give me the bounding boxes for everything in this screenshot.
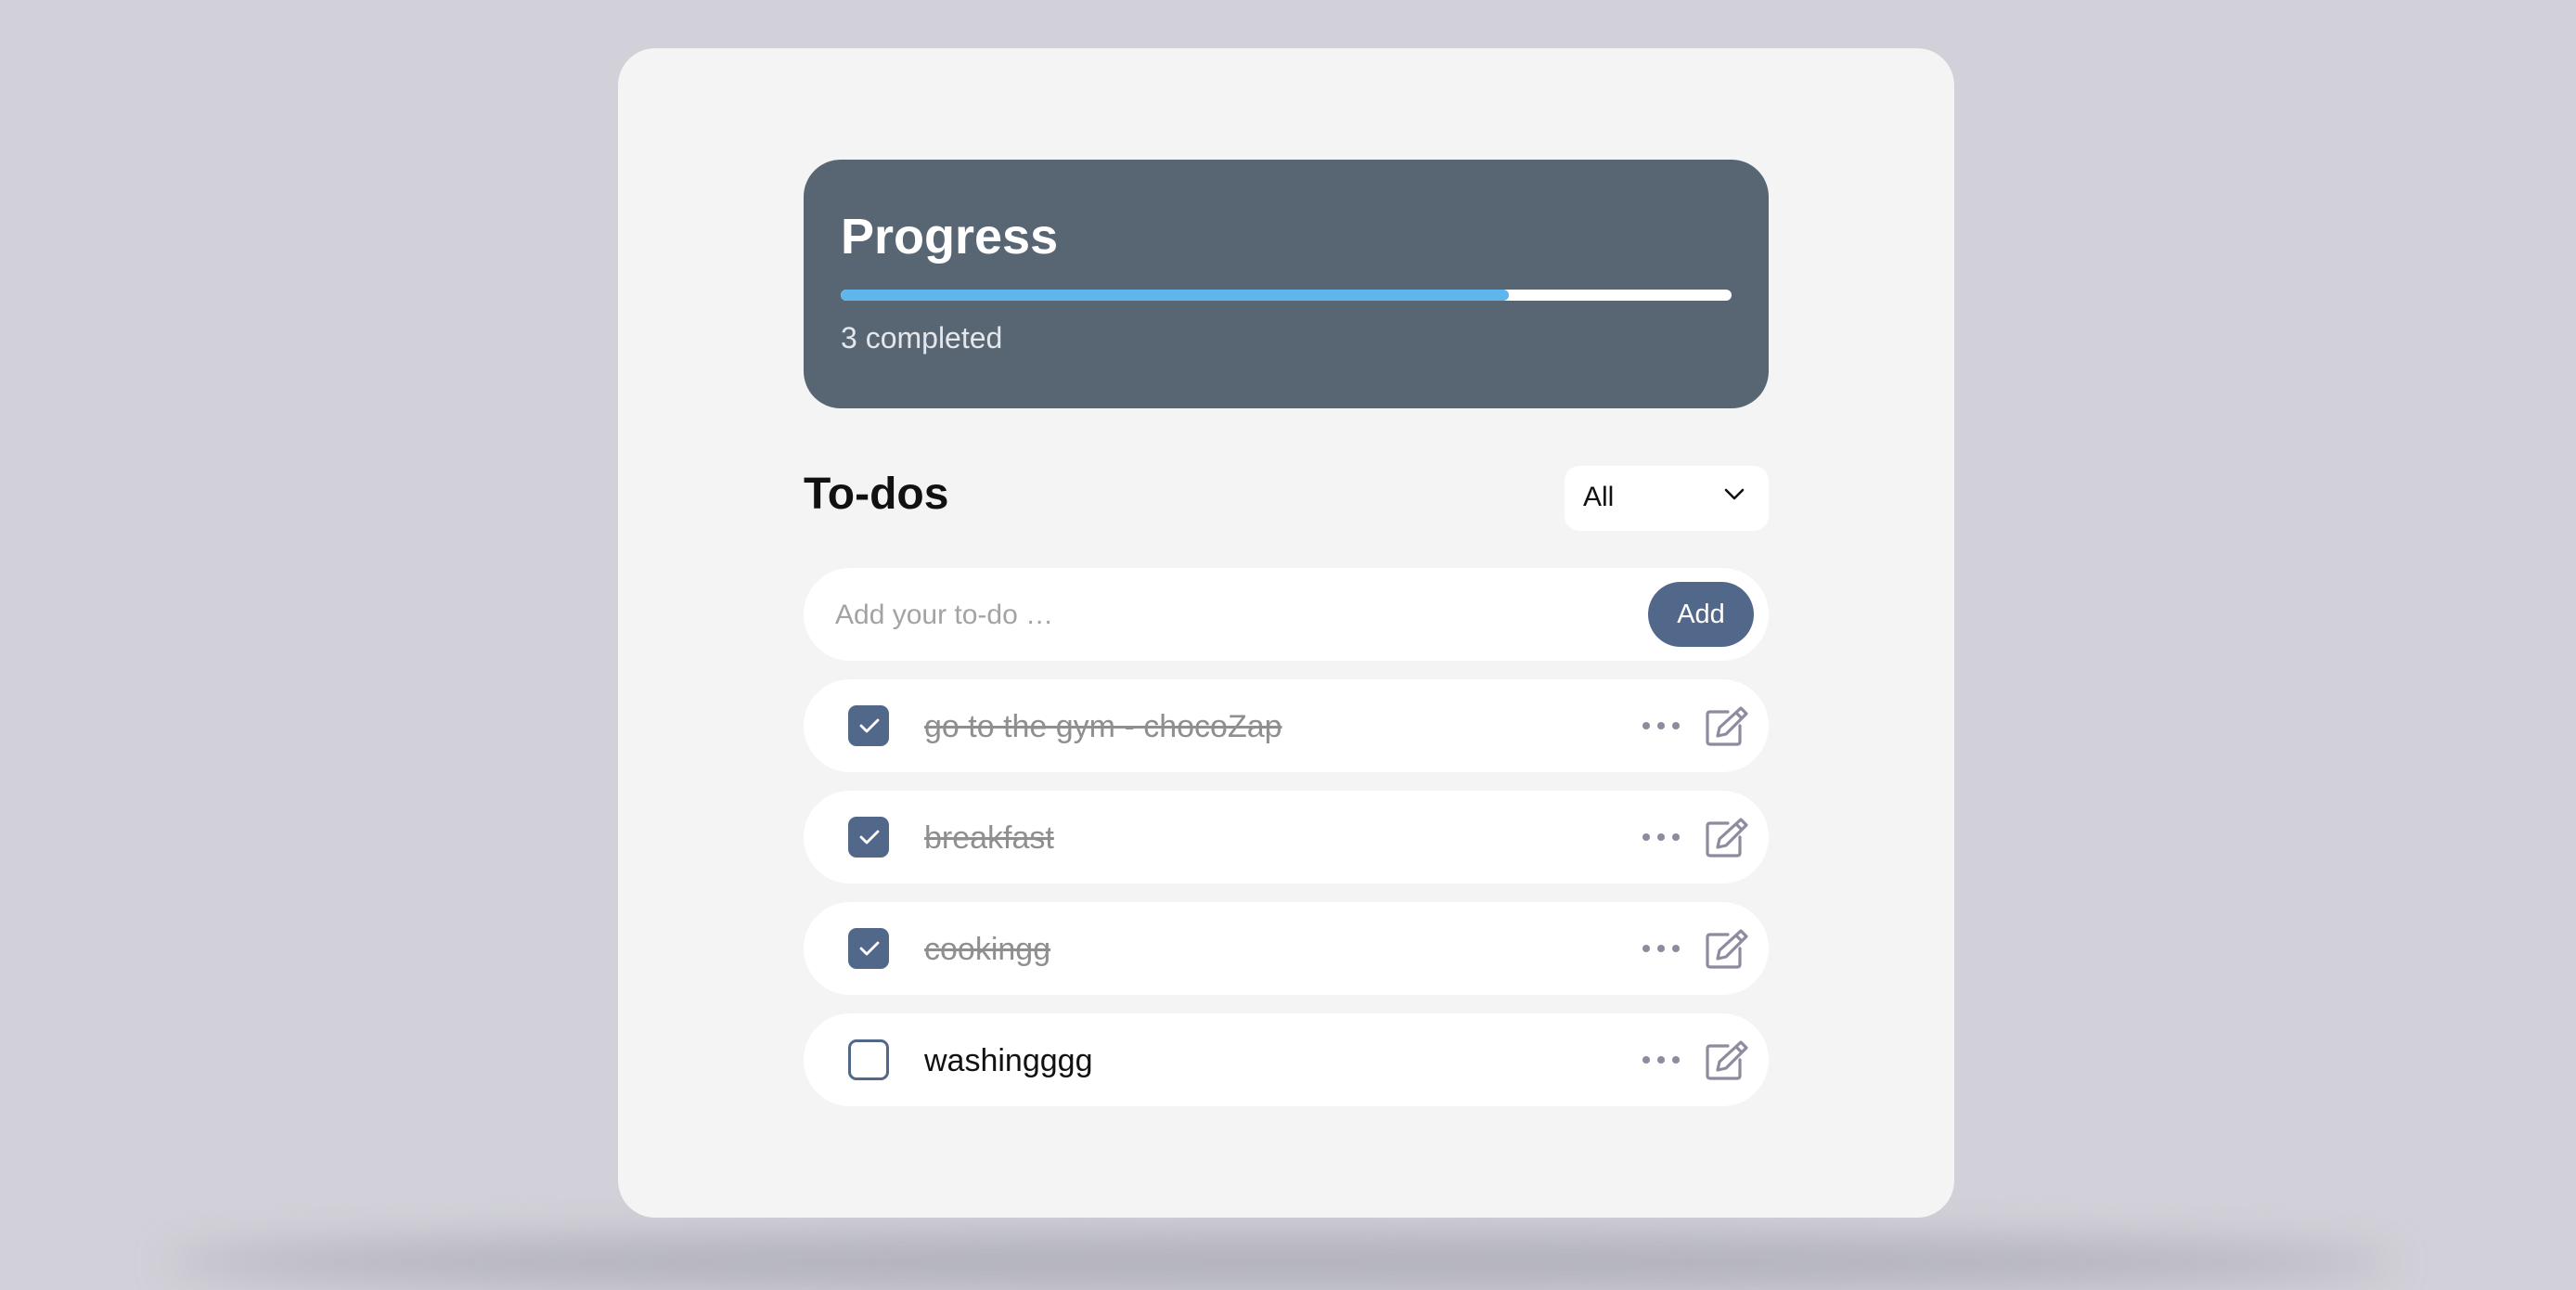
edit-icon[interactable] xyxy=(1704,928,1750,971)
progress-title: Progress xyxy=(841,209,1059,264)
todo-app-card: Progress 3 completed To-dos All Add go t… xyxy=(618,48,1954,1218)
todos-heading: To-dos xyxy=(804,470,949,519)
add-button[interactable]: Add xyxy=(1648,582,1754,647)
progress-bar-fill xyxy=(841,290,1509,301)
todo-checkbox[interactable] xyxy=(848,928,889,969)
more-dots-icon[interactable] xyxy=(1641,943,1681,954)
page-shadow xyxy=(167,1234,2394,1290)
todo-text[interactable]: go to the gym - chocoZap xyxy=(924,711,1282,742)
todo-item: washingggg xyxy=(804,1013,1769,1106)
more-dots-icon[interactable] xyxy=(1641,1054,1681,1065)
edit-icon[interactable] xyxy=(1704,1039,1750,1082)
todo-checkbox[interactable] xyxy=(848,1039,889,1080)
progress-status-text: 3 completed xyxy=(841,321,1003,355)
more-dots-icon[interactable] xyxy=(1641,720,1681,731)
filter-selected-value: All xyxy=(1583,482,1615,512)
todo-text[interactable]: breakfast xyxy=(924,822,1054,854)
filter-dropdown[interactable]: All xyxy=(1565,466,1769,531)
check-icon xyxy=(859,941,880,956)
add-todo-input[interactable] xyxy=(833,568,1616,663)
todo-text[interactable]: washingggg xyxy=(924,1045,1092,1077)
check-icon xyxy=(859,718,880,733)
edit-icon[interactable] xyxy=(1704,817,1750,859)
todo-checkbox[interactable] xyxy=(848,705,889,746)
todo-item: cookingg xyxy=(804,902,1769,995)
progress-bar xyxy=(841,290,1732,301)
check-icon xyxy=(859,830,880,845)
add-todo-bar: Add xyxy=(804,568,1769,663)
edit-icon[interactable] xyxy=(1704,705,1750,748)
todo-item: breakfast xyxy=(804,791,1769,884)
progress-panel: Progress 3 completed xyxy=(804,160,1769,408)
todo-checkbox[interactable] xyxy=(848,817,889,858)
todo-item: go to the gym - chocoZap xyxy=(804,679,1769,772)
more-dots-icon[interactable] xyxy=(1641,832,1681,843)
chevron-down-icon xyxy=(1724,488,1745,500)
todo-text[interactable]: cookingg xyxy=(924,934,1050,965)
